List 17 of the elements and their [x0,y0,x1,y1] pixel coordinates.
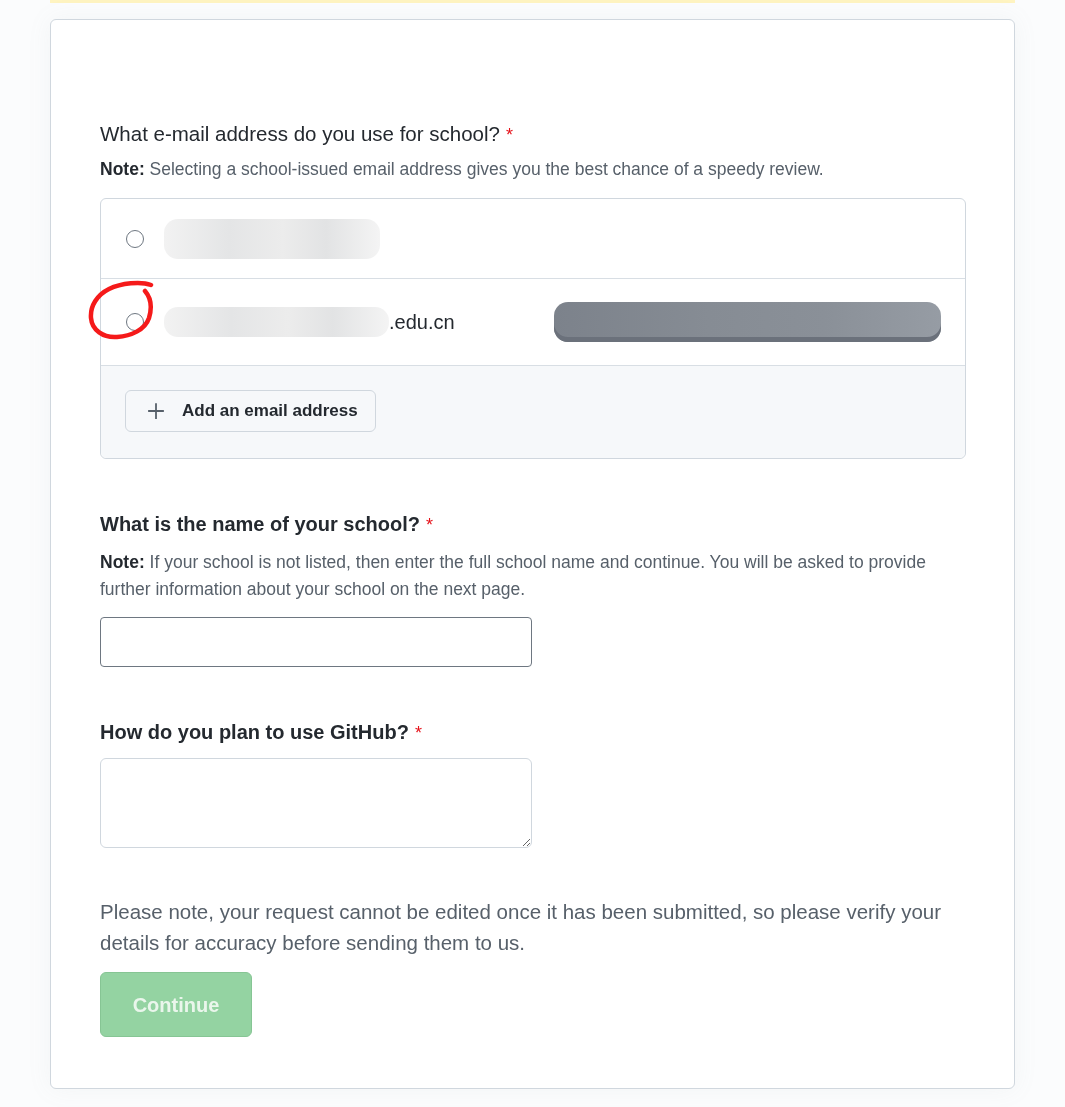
required-mark: * [426,514,434,537]
note-text: Note: If your school is not listed, then enter the full school name and continue. You will be asked to provide further information about your school on the next page. [100,551,927,601]
question-label: What e-mail address do you use for school? [100,121,500,147]
school-name-field[interactable] [100,617,532,667]
note-text: Note: Selecting a school-issued email address gives you the best chance of a speedy review. [100,158,825,181]
radio-button[interactable] [126,313,144,331]
question-label: What is the name of your school? [100,512,421,537]
add-email-button[interactable]: Add an email address [125,390,376,432]
disclaimer-text: Please note, your request cannot be edited once it has been submitted, so please verify your details for accuracy before sending them to us. [100,899,943,956]
email-option-row[interactable]: .edu.cn [101,279,965,366]
answer-field[interactable] [100,758,532,848]
radio-button[interactable] [126,229,144,248]
email-address-text: .edu.cn [389,310,455,335]
question-label: How do you plan to use GitHub? [100,720,409,745]
plus-icon [147,402,165,420]
required-mark: * [505,124,513,147]
required-mark: * [414,722,422,745]
